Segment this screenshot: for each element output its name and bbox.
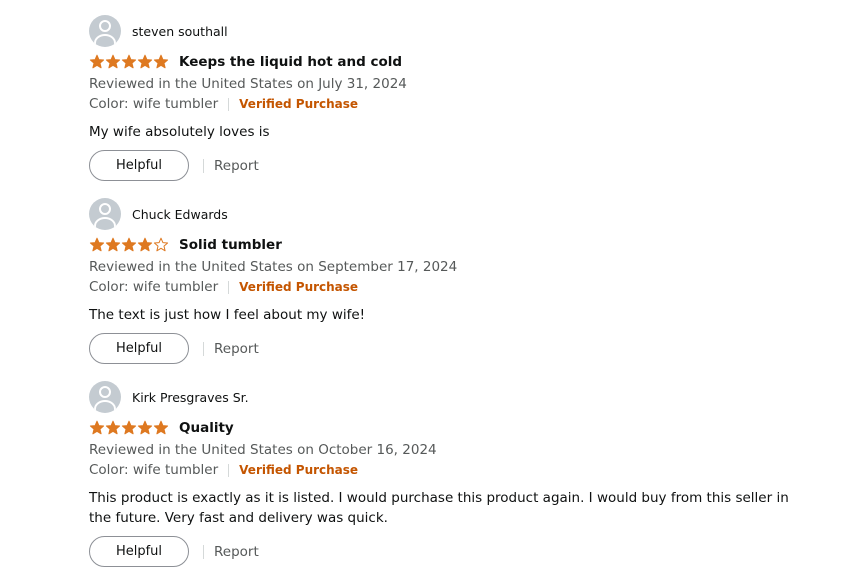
divider bbox=[203, 544, 204, 559]
avatar bbox=[89, 15, 121, 47]
review-date: Reviewed in the United States on Septemb… bbox=[89, 259, 458, 275]
review-title[interactable]: Quality bbox=[179, 420, 234, 436]
reviewer-profile[interactable]: Chuck Edwards bbox=[89, 198, 789, 230]
star-filled-icon bbox=[137, 54, 153, 69]
helpful-button[interactable]: Helpful bbox=[89, 333, 189, 364]
star-filled-icon bbox=[105, 237, 121, 252]
verified-purchase-badge: Verified Purchase bbox=[239, 463, 359, 477]
review-body: My wife absolutely loves is bbox=[89, 124, 270, 140]
report-link[interactable]: Report bbox=[214, 544, 259, 560]
reviewer-profile[interactable]: steven southall bbox=[89, 15, 789, 47]
review-card: Kirk Presgraves Sr. Quality Reviewed in … bbox=[89, 381, 789, 567]
reviewer-name[interactable]: Chuck Edwards bbox=[132, 207, 228, 222]
variant-label[interactable]: Color: wife tumbler bbox=[89, 462, 218, 478]
star-rating[interactable] bbox=[89, 237, 169, 253]
divider bbox=[228, 463, 230, 477]
divider bbox=[228, 280, 230, 294]
star-filled-icon bbox=[89, 54, 105, 69]
divider bbox=[228, 97, 230, 111]
verified-purchase-badge: Verified Purchase bbox=[239, 97, 359, 111]
report-link[interactable]: Report bbox=[214, 158, 259, 174]
star-filled-icon bbox=[121, 237, 137, 252]
star-rating[interactable] bbox=[89, 420, 169, 436]
reviewer-profile[interactable]: Kirk Presgraves Sr. bbox=[89, 381, 789, 413]
star-filled-icon bbox=[89, 420, 105, 435]
review-date: Reviewed in the United States on October… bbox=[89, 442, 437, 458]
helpful-button[interactable]: Helpful bbox=[89, 150, 189, 181]
review-body: This product is exactly as it is listed.… bbox=[89, 490, 789, 526]
divider bbox=[203, 341, 204, 356]
star-filled-icon bbox=[105, 420, 121, 435]
divider bbox=[203, 158, 204, 173]
review-card: steven southall Keeps the liquid hot and… bbox=[89, 15, 789, 181]
star-filled-icon bbox=[137, 420, 153, 435]
avatar bbox=[89, 198, 121, 230]
star-filled-icon bbox=[121, 420, 137, 435]
review-card: Chuck Edwards Solid tumbler Reviewed in … bbox=[89, 198, 789, 364]
star-filled-icon bbox=[105, 54, 121, 69]
star-filled-icon bbox=[137, 237, 153, 252]
reviewer-name[interactable]: Kirk Presgraves Sr. bbox=[132, 390, 249, 405]
star-filled-icon bbox=[89, 237, 105, 252]
avatar bbox=[89, 381, 121, 413]
variant-label[interactable]: Color: wife tumbler bbox=[89, 96, 218, 112]
star-filled-icon bbox=[153, 420, 169, 435]
variant-label[interactable]: Color: wife tumbler bbox=[89, 279, 218, 295]
star-filled-icon bbox=[153, 54, 169, 69]
reviewer-name[interactable]: steven southall bbox=[132, 24, 228, 39]
verified-purchase-badge: Verified Purchase bbox=[239, 280, 359, 294]
helpful-button[interactable]: Helpful bbox=[89, 536, 189, 567]
review-date: Reviewed in the United States on July 31… bbox=[89, 76, 407, 92]
review-body: The text is just how I feel about my wif… bbox=[89, 307, 366, 323]
review-title[interactable]: Keeps the liquid hot and cold bbox=[179, 54, 402, 70]
review-title[interactable]: Solid tumbler bbox=[179, 237, 282, 253]
star-filled-icon bbox=[121, 54, 137, 69]
star-empty-icon bbox=[153, 237, 169, 252]
report-link[interactable]: Report bbox=[214, 341, 259, 357]
star-rating[interactable] bbox=[89, 54, 169, 70]
